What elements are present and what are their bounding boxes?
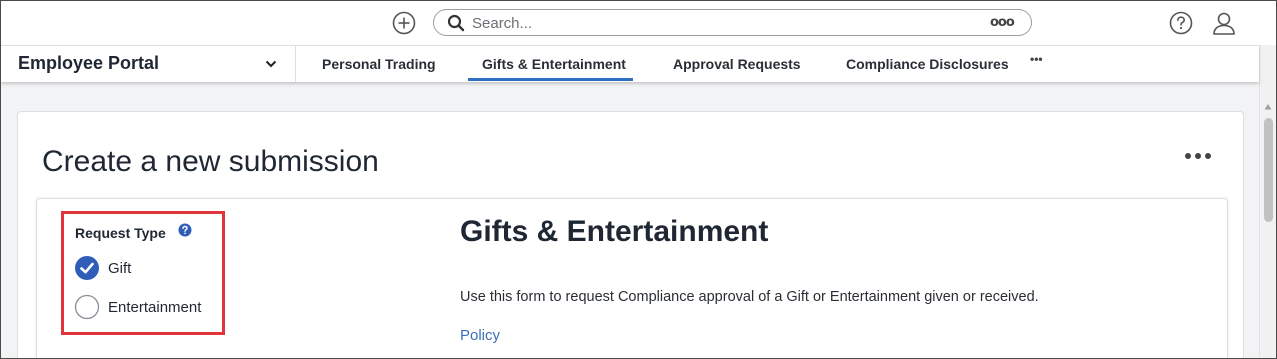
portal-title: Employee Portal (18, 53, 160, 73)
submission-card: Create a new submission Request Type Gif… (17, 111, 1244, 359)
tab-compliance-disclosures[interactable]: Compliance Disclosures (846, 56, 1009, 72)
portal-selector[interactable]: Employee Portal (1, 46, 296, 82)
search-options-button[interactable]: ooo (990, 15, 1020, 31)
user-menu-button[interactable] (1211, 10, 1237, 36)
more-tabs-button[interactable]: ••• (1030, 52, 1043, 66)
user-icon (1213, 12, 1235, 35)
scroll-thumb[interactable] (1264, 118, 1273, 222)
form-description: Use this form to request Compliance appr… (460, 289, 1039, 305)
radio-label-entertainment: Entertainment (108, 299, 202, 316)
add-button[interactable] (392, 11, 416, 35)
page-title: Create a new submission (42, 145, 379, 178)
radio-option-gift[interactable]: Gift (74, 255, 224, 281)
form-title: Gifts & Entertainment (460, 215, 769, 248)
scroll-up-arrow-icon[interactable] (1264, 103, 1272, 111)
question-circle-icon[interactable] (178, 223, 192, 237)
tab-personal-trading[interactable]: Personal Trading (322, 56, 436, 72)
request-type-label: Request Type (75, 225, 166, 241)
tab-gifts-entertainment[interactable]: Gifts & Entertainment (482, 56, 626, 72)
radio-label-gift: Gift (108, 260, 132, 277)
search-icon (447, 14, 465, 32)
search-bar: ooo (433, 9, 1032, 36)
scrollbar[interactable] (1259, 45, 1276, 358)
top-bar: ooo (1, 1, 1276, 45)
chevron-down-icon (265, 60, 277, 68)
question-circle-icon (1169, 11, 1193, 35)
help-button[interactable] (1169, 11, 1193, 35)
request-type-highlight: Request Type Gift Entertainment (61, 211, 225, 335)
plus-circle-icon (392, 11, 416, 35)
search-input[interactable] (472, 13, 972, 33)
checked-circle-icon[interactable] (74, 255, 100, 281)
nav-bar: Employee Portal Personal Trading Gifts &… (1, 45, 1259, 82)
unchecked-circle-icon[interactable] (74, 294, 100, 320)
active-tab-indicator (468, 78, 633, 81)
radio-option-entertainment[interactable]: Entertainment (74, 294, 224, 320)
tab-approval-requests[interactable]: Approval Requests (673, 56, 801, 72)
policy-link[interactable]: Policy (460, 327, 500, 344)
more-options-icon[interactable] (1184, 148, 1214, 164)
form-panel: Request Type Gift Entertainment Gifts & … (36, 198, 1228, 359)
